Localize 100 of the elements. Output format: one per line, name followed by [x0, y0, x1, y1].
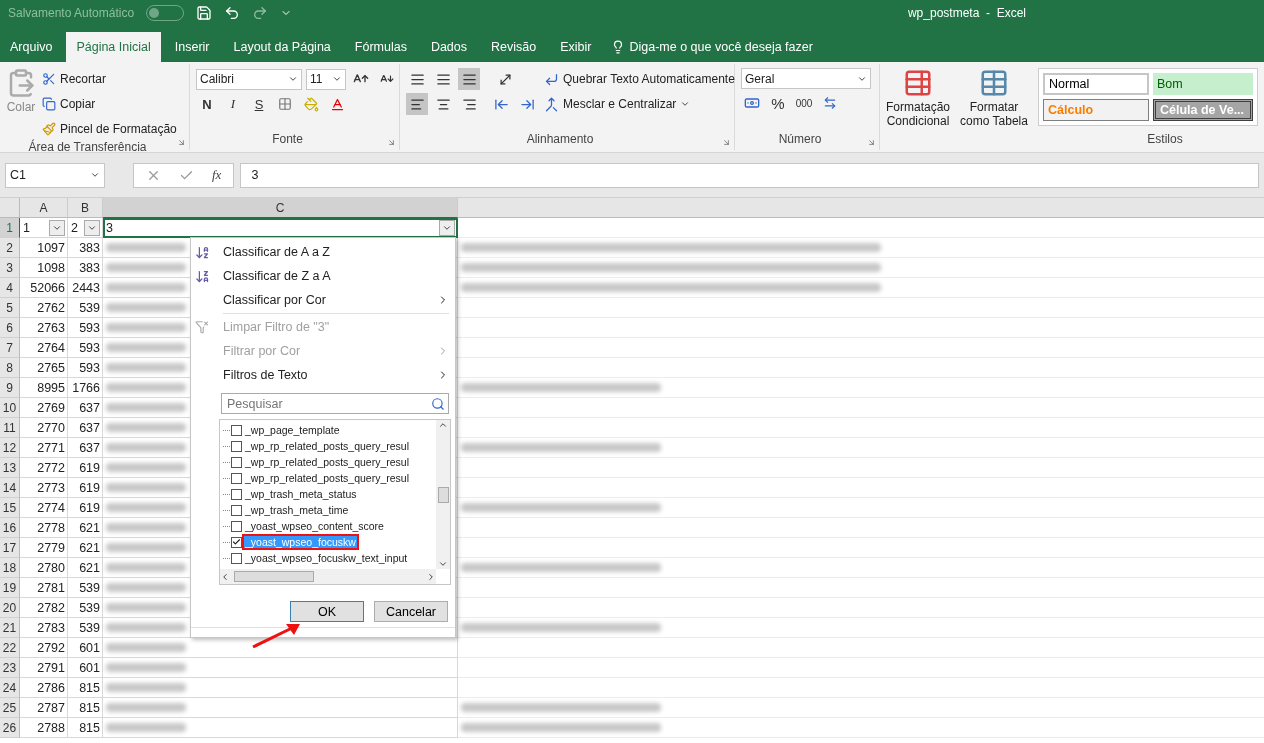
row-header[interactable]: 24	[0, 678, 20, 698]
tell-me-field[interactable]: Diga-me o que você deseja fazer	[629, 40, 813, 54]
row-header[interactable]: 20	[0, 598, 20, 618]
row-header[interactable]: 18	[0, 558, 20, 578]
table-cell[interactable]: 1	[20, 218, 68, 238]
menu-item[interactable]: Classificar de Z a A	[191, 264, 455, 288]
row-header[interactable]: 6	[0, 318, 20, 338]
cell-style[interactable]: Normal	[1043, 73, 1149, 95]
redo-icon[interactable]	[252, 4, 269, 21]
ribbon-tab[interactable]: Arquivo	[0, 32, 63, 62]
ribbon-tab[interactable]: Revisão	[481, 32, 547, 62]
list-item[interactable]: _wp_rp_related_posts_query_resul	[244, 456, 411, 468]
table-cell[interactable]: 2	[68, 218, 103, 238]
ribbon-tab[interactable]: Dados	[420, 32, 478, 62]
row-header[interactable]: 11	[0, 418, 20, 438]
bold-button[interactable]: N	[196, 93, 218, 115]
row-header[interactable]: 25	[0, 698, 20, 718]
checkbox[interactable]	[231, 472, 242, 484]
row-header[interactable]: 7	[0, 338, 20, 358]
row-header[interactable]: 4	[0, 278, 20, 298]
row-header[interactable]: 26	[0, 718, 20, 738]
ribbon-tab[interactable]: Página Inicial	[66, 32, 161, 62]
menu-item[interactable]: Filtros de Texto	[191, 363, 455, 387]
list-item[interactable]: _wp_rp_related_posts_query_resul	[244, 440, 411, 452]
list-item[interactable]: _wp_rp_related_posts_query_resul	[244, 472, 411, 484]
row-header[interactable]: 19	[0, 578, 20, 598]
row-header[interactable]: 12	[0, 438, 20, 458]
percent-button[interactable]: %	[767, 92, 789, 114]
formula-field[interactable]: 3	[240, 162, 1259, 188]
row-header[interactable]: 16	[0, 518, 20, 538]
align-left-icon[interactable]	[406, 93, 428, 115]
row-header[interactable]: 21	[0, 618, 20, 638]
scroll-thumb[interactable]	[234, 571, 314, 582]
row-header[interactable]: 23	[0, 658, 20, 678]
row-header[interactable]: 1	[0, 218, 20, 238]
row-header[interactable]: 17	[0, 538, 20, 558]
table-cell: 1098	[20, 258, 68, 278]
name-box[interactable]: C1	[5, 162, 105, 188]
row-header[interactable]: 9	[0, 378, 20, 398]
vertical-scrollbar[interactable]	[436, 420, 450, 569]
row-header[interactable]: 15	[0, 498, 20, 518]
format-painter-button[interactable]: Pincel de Formatação	[42, 118, 177, 140]
row-header[interactable]: 13	[0, 458, 20, 478]
wrap-text-button[interactable]: Quebrar Texto Automaticamente	[544, 68, 735, 90]
italic-button[interactable]: I	[222, 93, 244, 115]
dialog-launcher-icon[interactable]	[387, 138, 396, 147]
dialog-launcher-icon[interactable]	[722, 138, 731, 147]
row-header[interactable]: 14	[0, 478, 20, 498]
copy-button[interactable]: Copiar	[42, 93, 177, 115]
row-header[interactable]: 3	[0, 258, 20, 278]
list-item[interactable]: _wp_trash_meta_time	[244, 504, 350, 516]
underline-button[interactable]: S	[248, 93, 270, 115]
checkbox[interactable]	[231, 520, 242, 532]
ribbon-tab[interactable]: Fórmulas	[344, 32, 417, 62]
ok-button[interactable]: OK	[290, 601, 364, 622]
undo-icon[interactable]	[224, 4, 241, 21]
dialog-launcher-icon[interactable]	[867, 138, 876, 147]
column-header[interactable]: B	[68, 198, 103, 218]
checkbox[interactable]	[231, 504, 242, 516]
insert-function-button[interactable]: fx	[212, 167, 222, 183]
scroll-thumb[interactable]	[437, 486, 449, 503]
ribbon-tab[interactable]: Layout da Página	[223, 32, 341, 62]
list-item[interactable]: _wp_page_template	[244, 424, 341, 436]
row-header[interactable]: 22	[0, 638, 20, 658]
format-as-table-button[interactable]: Formatar como Tabela	[956, 68, 1032, 132]
thousands-button[interactable]: 000	[793, 92, 815, 114]
row-header[interactable]: 2	[0, 238, 20, 258]
column-header[interactable]: A	[20, 198, 68, 218]
menu-item[interactable]: Classificar de A a Z	[191, 240, 455, 264]
checkbox[interactable]	[231, 440, 242, 452]
ribbon-tab[interactable]: Exibir	[550, 32, 602, 62]
align-bottom-icon[interactable]	[458, 68, 480, 90]
font-size-field[interactable]: 11	[306, 68, 346, 90]
conditional-formatting-button[interactable]: Formatação Condicional	[886, 68, 951, 132]
row-header[interactable]: 5	[0, 298, 20, 318]
checkbox[interactable]	[231, 424, 242, 436]
checkbox[interactable]	[231, 552, 242, 564]
merge-center-button[interactable]: Mesclar e Centralizar	[544, 93, 735, 115]
checkbox[interactable]	[231, 488, 242, 500]
menu-item[interactable]: Classificar por Cor	[191, 288, 455, 312]
list-item[interactable]: _wp_trash_meta_status	[244, 488, 358, 500]
horizontal-scrollbar[interactable]	[220, 569, 436, 584]
dialog-launcher-icon[interactable]	[177, 138, 186, 147]
cut-button[interactable]: Recortar	[42, 68, 177, 90]
checkbox[interactable]	[231, 456, 242, 468]
checkbox[interactable]	[231, 536, 242, 548]
list-item[interactable]: _yoast_wpseo_focuskw_text_input	[244, 552, 409, 564]
number-format-field[interactable]: Geral	[741, 68, 871, 89]
list-item[interactable]: _yoast_wpseo_content_score	[244, 520, 385, 532]
filter-dropdown-icon[interactable]	[439, 219, 455, 236]
search-field[interactable]: Pesquisar	[221, 393, 449, 414]
row-header[interactable]: 8	[0, 358, 20, 378]
row-header[interactable]: 10	[0, 398, 20, 418]
font-name-field[interactable]: Calibri	[196, 68, 302, 90]
table-cell[interactable]: 3	[103, 218, 458, 238]
column-header[interactable]: C	[103, 198, 458, 218]
cancel-button[interactable]: Cancelar	[374, 601, 448, 622]
ribbon-tab[interactable]: Inserir	[164, 32, 220, 62]
cell-style[interactable]: Bom	[1153, 73, 1253, 95]
save-icon[interactable]	[196, 4, 213, 21]
